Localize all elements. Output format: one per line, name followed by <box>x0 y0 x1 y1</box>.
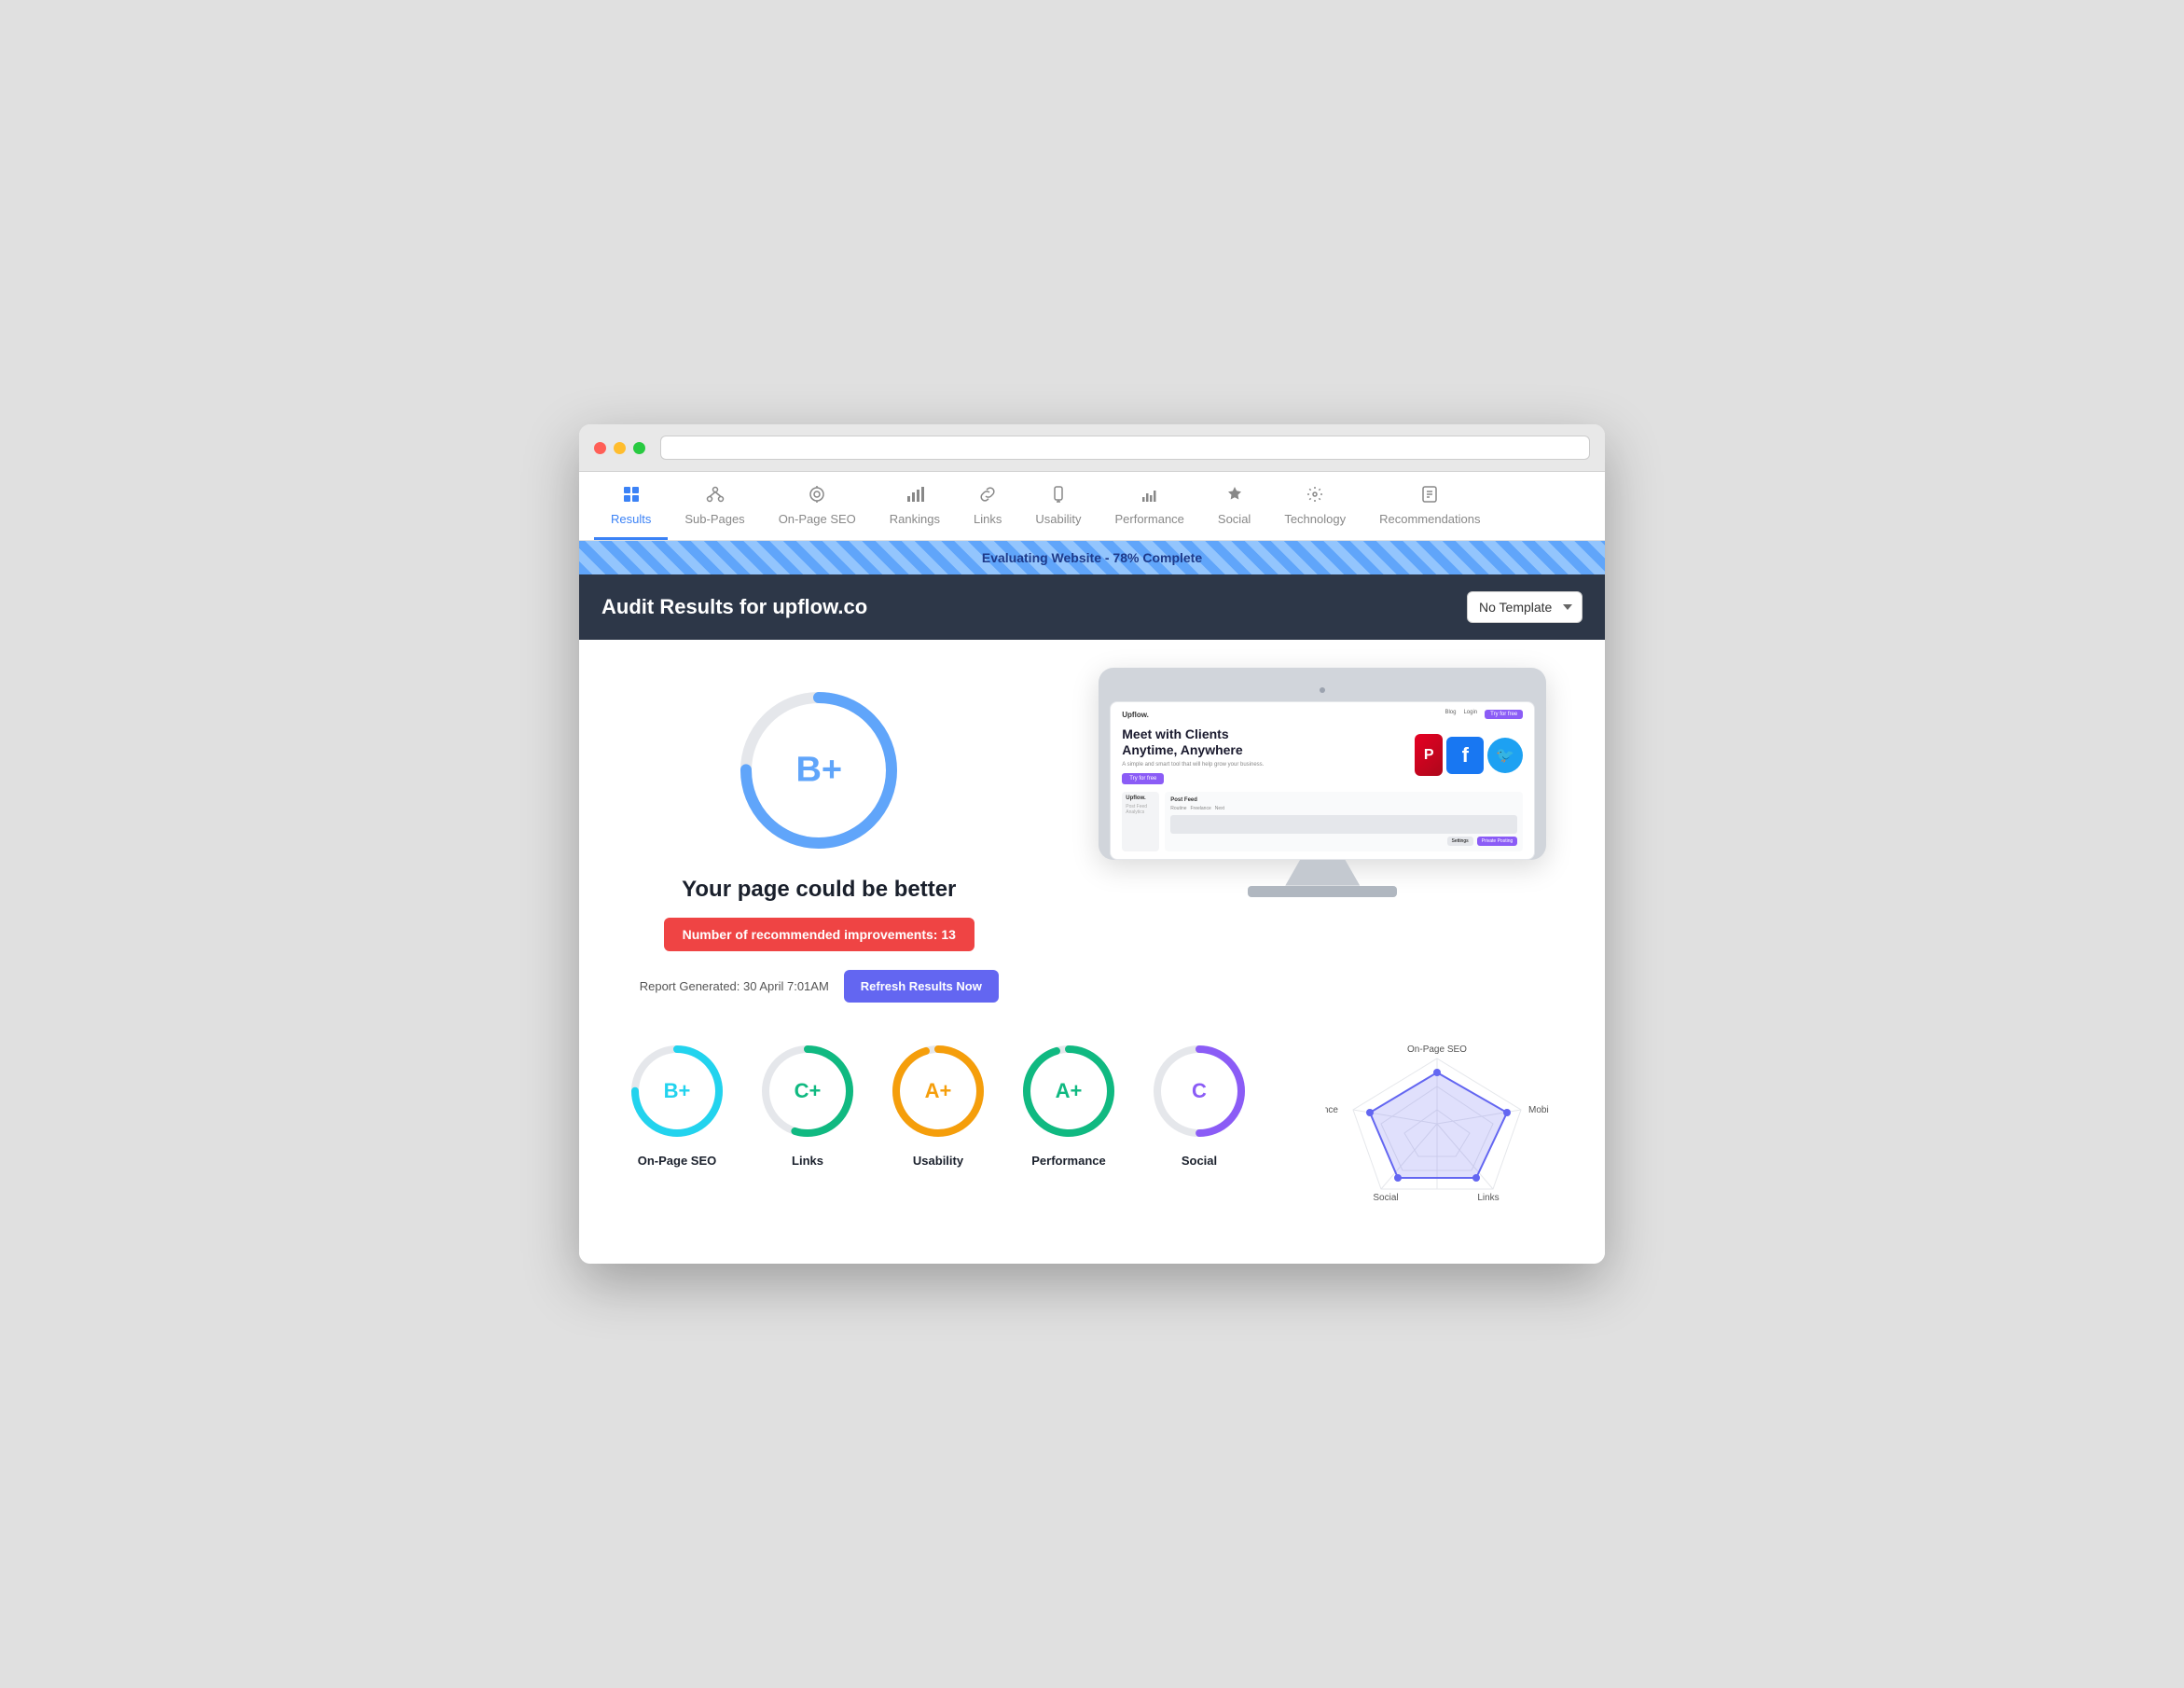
monitor-wrap: Upflow. Blog Login Try for free <box>1099 668 1546 897</box>
tab-usability[interactable]: Usability <box>1018 472 1098 540</box>
tab-performance[interactable]: Performance <box>1098 472 1200 540</box>
recommendations-icon <box>1420 485 1439 506</box>
facebook-icon: f <box>1446 737 1484 774</box>
twitter-icon: 🐦 <box>1487 738 1523 773</box>
site-logo: Upflow. <box>1122 711 1149 719</box>
monitor-body: Upflow. Blog Login Try for free <box>1099 668 1546 860</box>
mini-circle-onpage-seo: B+ <box>626 1040 728 1142</box>
report-row: Report Generated: 30 April 7:01AM Refres… <box>640 970 999 1003</box>
tab-social[interactable]: Social <box>1201 472 1267 540</box>
tab-rankings[interactable]: Rankings <box>873 472 957 540</box>
onpage-seo-icon <box>808 485 826 506</box>
site-preview: Upflow. Blog Login Try for free <box>1111 702 1534 859</box>
site-bottom: Upflow. Post Feed Analytics Post Feed Ro… <box>1122 792 1523 851</box>
grade-value-performance: A+ <box>1056 1079 1083 1103</box>
grade-label-links: Links <box>792 1154 823 1168</box>
results-icon <box>622 485 641 506</box>
mini-circle-performance: A+ <box>1017 1040 1120 1142</box>
grade-circle: B+ <box>735 686 903 854</box>
site-subtext: A simple and smart tool that will help g… <box>1122 762 1403 768</box>
site-cta-hero: Try for free <box>1122 773 1164 784</box>
radar-chart: On-Page SEO Mobile & UI Links Social Per… <box>1325 1040 1549 1226</box>
pinterest-icon: P <box>1415 734 1443 776</box>
mini-circle-links: C+ <box>756 1040 859 1142</box>
monitor-base <box>1248 886 1397 897</box>
monitor-camera <box>1320 687 1325 693</box>
grade-item-usability: A+ Usability <box>887 1040 989 1168</box>
page-message: Your page could be better <box>682 877 956 903</box>
mini-circle-usability: A+ <box>887 1040 989 1142</box>
site-hero-text: Meet with Clients Anytime, Anywhere A si… <box>1122 726 1403 784</box>
social-icon <box>1225 485 1244 506</box>
report-generated: Report Generated: 30 April 7:01AM <box>640 979 829 993</box>
site-sidebar: Upflow. Post Feed Analytics <box>1122 792 1159 851</box>
main-grade: B+ <box>795 751 842 791</box>
site-headline: Meet with Clients Anytime, Anywhere <box>1122 726 1403 758</box>
grade-value-onpage-seo: B+ <box>664 1079 691 1103</box>
mini-circle-social: C <box>1148 1040 1251 1142</box>
monitor-top-bezel <box>1110 679 1535 701</box>
svg-text:Performance: Performance <box>1325 1105 1338 1115</box>
subpages-icon <box>706 485 725 506</box>
template-select[interactable]: No Template E-commerce Blog Business <box>1467 591 1583 623</box>
nav-tabs: Results Sub-Pages On-Page SEO Rankings L… <box>579 472 1605 541</box>
close-button[interactable] <box>594 442 606 454</box>
grade-label-social: Social <box>1182 1154 1217 1168</box>
progress-banner: Evaluating Website - 78% Complete <box>579 541 1605 574</box>
main-content: B+ Your page could be better Number of r… <box>579 640 1605 1264</box>
grade-value-links: C+ <box>795 1079 822 1103</box>
site-hero: Meet with Clients Anytime, Anywhere A si… <box>1122 726 1523 784</box>
rankings-icon <box>905 485 924 506</box>
grade-label-performance: Performance <box>1031 1154 1105 1168</box>
svg-text:On-Page SEO: On-Page SEO <box>1407 1045 1467 1055</box>
grade-value-social: C <box>1192 1079 1207 1103</box>
technology-icon <box>1306 485 1324 506</box>
site-cta-nav: Try for free <box>1485 710 1523 719</box>
audit-header: Audit Results for upflow.co No Template … <box>579 574 1605 640</box>
site-main-area: Post Feed RoutineFreelanceNext Settings … <box>1165 792 1523 851</box>
site-hero-icons: P f 🐦 <box>1415 726 1523 784</box>
grade-items: B+ On-Page SEO C+ Links <box>626 1040 1316 1168</box>
grade-label-usability: Usability <box>913 1154 963 1168</box>
grade-item-links: C+ Links <box>756 1040 859 1168</box>
svg-text:Social: Social <box>1373 1193 1398 1203</box>
performance-icon <box>1140 485 1159 506</box>
grade-label-onpage-seo: On-Page SEO <box>638 1154 717 1168</box>
browser-titlebar <box>579 424 1605 472</box>
site-nav-links: Blog Login Try for free <box>1444 710 1523 719</box>
grade-item-social: C Social <box>1148 1040 1251 1168</box>
grade-item-performance: A+ Performance <box>1017 1040 1120 1168</box>
minimize-button[interactable] <box>614 442 626 454</box>
tab-links[interactable]: Links <box>957 472 1018 540</box>
maximize-button[interactable] <box>633 442 645 454</box>
tab-subpages[interactable]: Sub-Pages <box>668 472 761 540</box>
svg-text:Links: Links <box>1477 1193 1499 1203</box>
tab-results[interactable]: Results <box>594 472 668 540</box>
address-bar[interactable] <box>660 436 1590 460</box>
grade-value-usability: A+ <box>925 1079 952 1103</box>
site-nav: Upflow. Blog Login Try for free <box>1122 710 1523 719</box>
svg-text:Mobile & UI: Mobile & UI <box>1528 1105 1549 1115</box>
monitor-section: Upflow. Blog Login Try for free <box>1069 668 1577 897</box>
monitor-stand <box>1285 860 1360 886</box>
page-title: Audit Results for upflow.co <box>601 595 867 619</box>
browser-window: Results Sub-Pages On-Page SEO Rankings L… <box>579 424 1605 1264</box>
refresh-button[interactable]: Refresh Results Now <box>844 970 999 1003</box>
tab-onpage-seo[interactable]: On-Page SEO <box>762 472 873 540</box>
grade-item-onpage-seo: B+ On-Page SEO <box>626 1040 728 1168</box>
grades-section: B+ On-Page SEO C+ Links <box>607 1040 1577 1226</box>
radar-section: On-Page SEO Mobile & UI Links Social Per… <box>1316 1040 1558 1226</box>
tab-technology[interactable]: Technology <box>1267 472 1362 540</box>
tab-recommendations[interactable]: Recommendations <box>1362 472 1497 540</box>
links-icon <box>978 485 997 506</box>
score-section: B+ Your page could be better Number of r… <box>607 668 1031 1003</box>
usability-icon <box>1049 485 1068 506</box>
monitor-screen: Upflow. Blog Login Try for free <box>1110 701 1535 860</box>
results-top: B+ Your page could be better Number of r… <box>607 668 1577 1003</box>
improvements-badge: Number of recommended improvements: 13 <box>664 918 975 951</box>
